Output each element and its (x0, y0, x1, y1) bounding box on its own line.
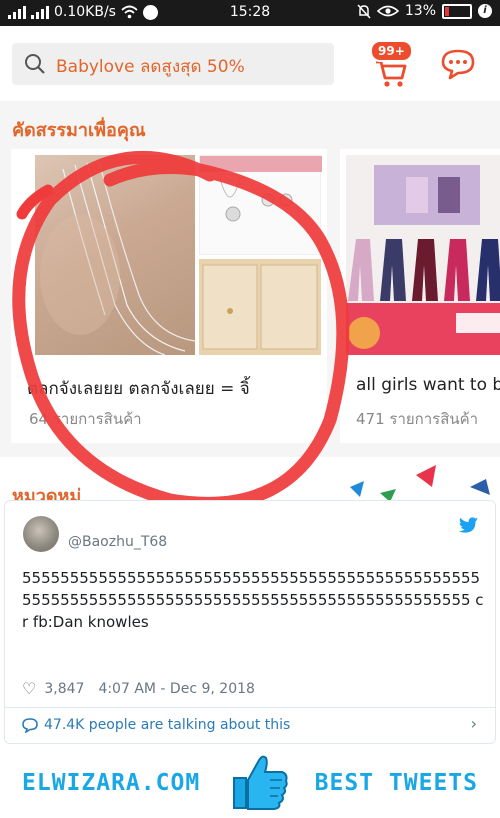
kids-clothing-photo (346, 155, 500, 303)
section-title: คัดสรรมาเพื่อคุณ (12, 120, 146, 141)
best-tweets-label: BEST TWEETS (314, 770, 478, 796)
battery-icon (442, 3, 472, 19)
eye-icon (376, 5, 399, 17)
speech-bubble-icon (22, 717, 38, 733)
card-product-photo (199, 259, 321, 355)
tweet-timestamp[interactable]: 4:07 AM - Dec 9, 2018 (98, 681, 254, 697)
conversation-link[interactable]: 47.4K people are talking about this (22, 717, 290, 733)
chevron-right-icon[interactable]: › (471, 714, 477, 733)
tweet-card[interactable]: @Baozhu_T68 5555555555555555555555555555… (4, 500, 496, 744)
card-item-count: 471 รายการสินค้า (356, 410, 479, 428)
confetti-decoration (350, 465, 490, 502)
status-right: 13% i (357, 3, 492, 19)
mute-bell-icon (357, 3, 371, 19)
search-icon (25, 54, 45, 74)
battery-percent: 13% (404, 3, 436, 19)
card-title: all girls want to b (356, 375, 500, 395)
card-title: ตลกจังเลยยย ตลกจังเลยย = จิ้ (27, 379, 250, 399)
screenshot-root: 0.10KB/s 15:28 13% i Babylove ลดสูงสุด 5… (0, 0, 500, 818)
necklace-photo (35, 155, 196, 356)
like-count[interactable]: 3,847 (44, 681, 84, 697)
categories-section: หมวดหมู่ (0, 457, 500, 507)
thumbs-up-icon (233, 755, 288, 810)
avatar[interactable] (23, 516, 59, 552)
card-image (35, 155, 325, 356)
recommended-section: คัดสรรมาเพื่อคุณ ตลกจังเลยยย ตลกจังเลยย … (0, 101, 500, 457)
collection-card-2[interactable]: all girls want to b 471 รายการสินค้า (340, 149, 500, 443)
divider (5, 707, 495, 708)
twitter-bird-icon[interactable] (459, 517, 479, 534)
search-placeholder: Babylove ลดสูงสุด 50% (56, 57, 245, 77)
conversation-text: 47.4K people are talking about this (44, 717, 291, 733)
card-item-count: 64 รายการสินค้า (29, 410, 142, 428)
tweet-text: 5555555555555555555555555555555555555555… (22, 569, 484, 631)
search-bar[interactable]: Babylove ลดสูงสุด 50% (12, 43, 334, 85)
promo-banner (346, 303, 500, 355)
footer-branding: ELWIZARA.COM BEST TWEETS (0, 746, 500, 818)
card-image (346, 155, 500, 355)
status-bar: 0.10KB/s 15:28 13% i (0, 0, 500, 26)
cart-badge: 99+ (370, 40, 413, 62)
site-name: ELWIZARA.COM (22, 770, 201, 796)
user-handle[interactable]: @Baozhu_T68 (68, 534, 167, 550)
chat-icon[interactable] (440, 48, 476, 80)
info-icon: i (478, 4, 492, 18)
cart-button[interactable]: 99+ (370, 40, 413, 87)
tweet-meta: ♡ 3,847 4:07 AM - Dec 9, 2018 (22, 679, 255, 698)
collection-card-1[interactable]: ตลกจังเลยยย ตลกจังเลยย = จิ้ 64 รายการสิ… (11, 149, 327, 443)
app-header: Babylove ลดสูงสุด 50% 99+ (0, 26, 500, 101)
heart-icon[interactable]: ♡ (22, 679, 36, 698)
jewelry-product-photo (199, 155, 322, 255)
